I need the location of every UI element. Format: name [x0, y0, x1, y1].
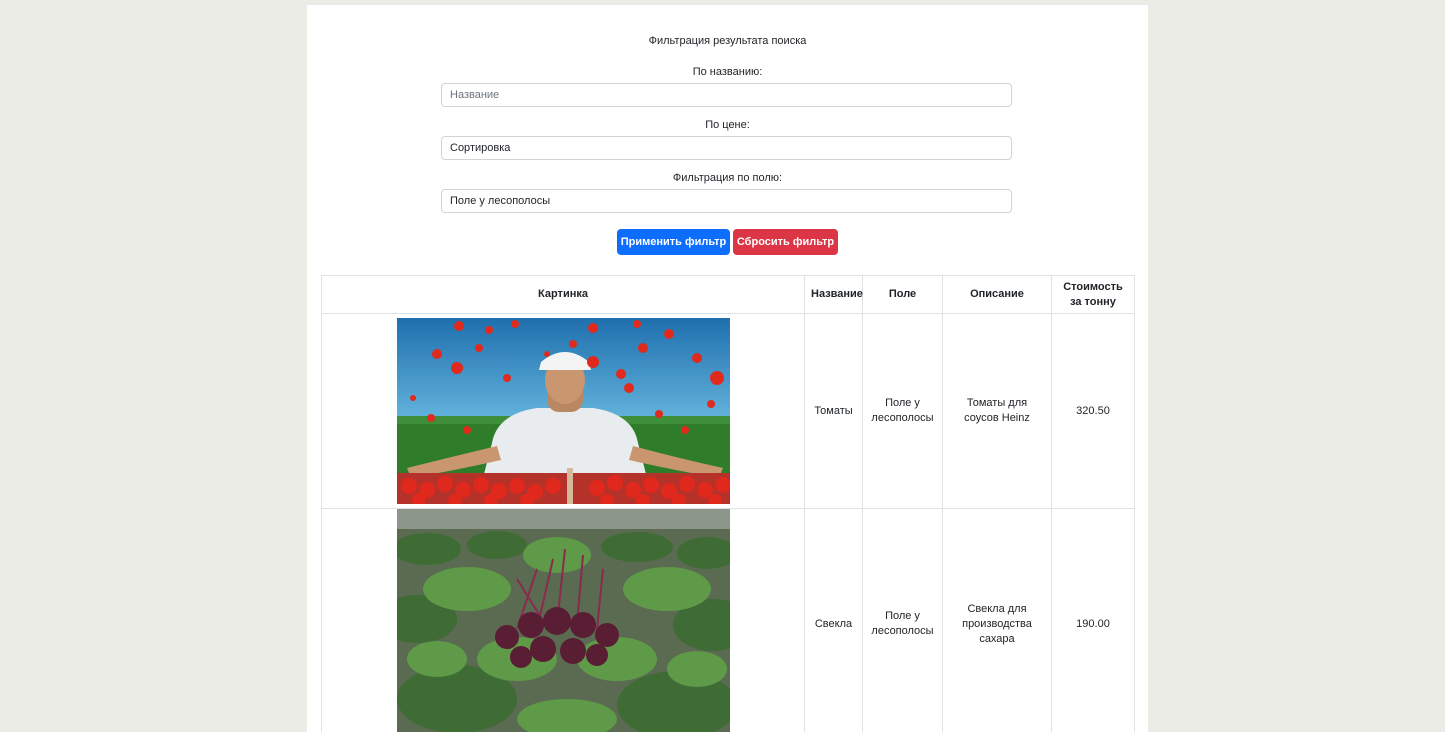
price-filter-label: По цене: [705, 119, 750, 131]
product-price: 320.50 [1051, 313, 1135, 509]
product-field: Поле у лесополосы [862, 313, 943, 509]
filter-card: Фильтрация результата поиска По названию… [307, 5, 1148, 732]
beet-field-photo [396, 509, 730, 732]
product-name: Свекла [804, 508, 863, 732]
apply-filter-button[interactable]: Применить фильтр [617, 229, 730, 255]
table-header-row: Картинка Название Поле Описание Стоимост… [321, 275, 1135, 314]
tomato-farmer-photo [396, 318, 730, 504]
product-field: Поле у лесополосы [862, 508, 943, 732]
image-cell [321, 313, 805, 509]
image-cell [321, 508, 805, 732]
results-table: Картинка Название Поле Описание Стоимост… [321, 275, 1135, 732]
product-description: Томаты для соусов Heinz [942, 313, 1052, 509]
product-name: Томаты [804, 313, 863, 509]
table-row: Томаты Поле у лесополосы Томаты для соус… [321, 313, 1135, 509]
table-row: Свекла Поле у лесополосы Свекла для прои… [321, 508, 1135, 732]
filter-title: Фильтрация результата поиска [648, 35, 807, 47]
name-filter-label: По названию: [692, 66, 763, 78]
field-filter-label: Фильтрация по полю: [672, 172, 783, 184]
header-image: Картинка [321, 275, 805, 314]
product-price: 190.00 [1051, 508, 1135, 732]
name-filter-input[interactable] [441, 83, 1012, 107]
price-sort-select[interactable]: Сортировка [441, 136, 1012, 160]
field-filter-select[interactable]: Поле у лесополосы [441, 189, 1012, 213]
header-price: Стоимость за тонну [1051, 275, 1135, 314]
reset-filter-button[interactable]: Сбросить фильтр [733, 229, 838, 255]
header-field: Поле [862, 275, 943, 314]
header-description: Описание [942, 275, 1052, 314]
header-name: Название [804, 275, 863, 314]
product-description: Свекла для производства сахара [942, 508, 1052, 732]
